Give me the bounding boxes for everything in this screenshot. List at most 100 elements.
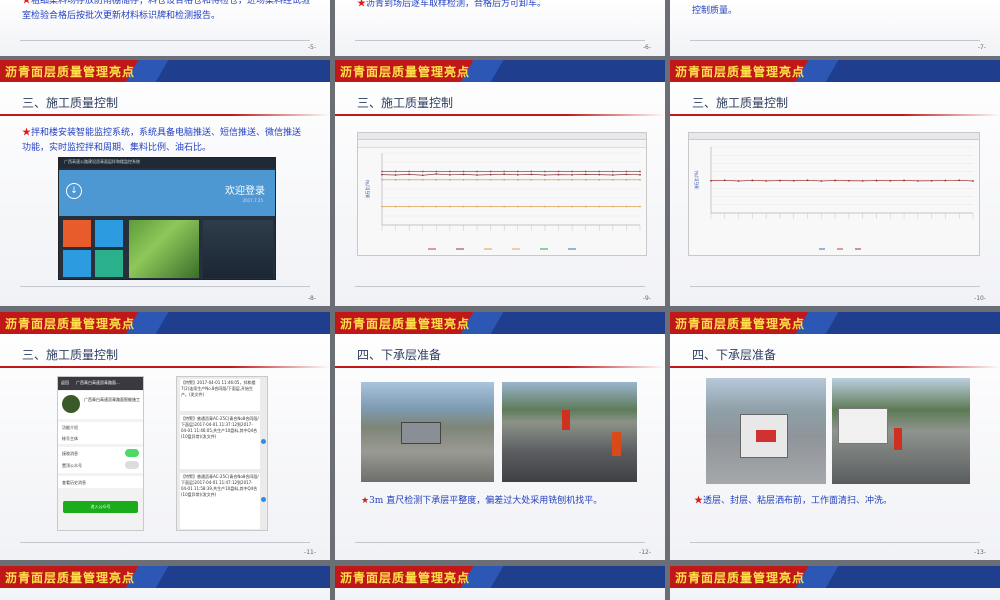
star-icon: ★ [694,496,704,506]
page-number: -5- [307,44,316,51]
data-point [611,170,614,173]
login-date: 2017.7.25 [242,198,263,203]
info-panel [203,220,273,278]
data-point [972,180,974,182]
receive-toggle[interactable] [125,449,139,457]
slide-text: 3m 直尺检测下承层平整度，偏差过大处采用铣刨机找平。 [369,496,603,506]
data-point [584,170,587,173]
data-point [751,179,754,182]
data-point [584,205,587,208]
tile-roller-icon[interactable] [63,250,91,277]
data-point [723,179,726,182]
data-point [903,179,905,182]
data-point [611,174,614,176]
header-title: 沥青面层质量管理亮点 [5,571,136,585]
data-point [944,179,947,182]
road-photo [129,220,199,278]
data-point [462,173,465,176]
data-point [476,205,478,208]
data-point [408,205,411,208]
data-point [530,170,533,173]
title-underline [670,366,1000,368]
data-point [516,170,519,173]
monitor-screenshot: 广西高速公路建设沥青面层拌和楼监控系统 ↓ 欢迎登录 2017.7.25 [58,157,276,280]
star-icon: ★ [357,0,367,9]
star-icon: ★ [22,0,32,6]
data-point [476,174,478,176]
data-point [571,205,574,208]
series-line [710,179,974,182]
footer-line [355,40,645,41]
chart-tabs[interactable] [689,133,979,140]
data-point [834,179,837,182]
header-title: 沥青面层质量管理亮点 [340,65,471,79]
data-point [625,205,628,208]
data-point [598,178,601,181]
data-point [381,205,383,208]
slide-16: 沥青面层质量管理亮点 [670,566,1000,600]
enter-account-button[interactable]: 进入公众号 [63,501,138,513]
data-point [889,179,892,182]
tile-roller2-icon[interactable] [95,250,123,277]
data-point [737,180,740,182]
section-title: 四、下承层准备 [692,348,777,362]
data-point [557,205,560,208]
footer-line [20,542,310,543]
data-point [611,205,614,208]
data-point [779,179,781,182]
slide-6: ★沥青到场后逐车取样检测，合格后方可卸车。 -6- [335,0,665,56]
title-underline [0,366,330,368]
data-point [503,205,506,208]
section-title: 三、施工质量控制 [22,96,119,110]
data-point [394,174,397,176]
down-arrow-icon[interactable]: ↓ [66,183,82,199]
data-point [421,178,424,181]
milling-machine-photo [361,382,494,482]
pin-toggle[interactable] [125,461,139,469]
page-number: -7- [977,44,986,51]
star-icon: ★ [22,128,32,138]
y-axis-label: 油石比(%) [364,179,370,198]
slide-12: 沥青面层质量管理亮点 四、下承层准备 ★3m 直尺检测下承层平整度，偏差过大处采… [335,312,665,560]
chart-filter-bar[interactable] [358,141,646,148]
data-point [489,205,492,208]
slide-text: 拌和楼安装智能监控系统，系统具备电脑推送、短信推送、微信推送功能，实时监控拌和周… [22,128,302,153]
chart-tabs[interactable] [358,133,646,140]
data-point [476,170,478,173]
footer-line [355,542,645,543]
data-point [571,173,574,176]
data-point [516,173,519,176]
slide-text: 沥青到场后逐车取样检测，合格后方可卸车。 [366,0,547,9]
header-title: 沥青面层质量管理亮点 [675,65,806,79]
line-chart: 油石比(%) [693,146,974,250]
back-button[interactable]: 返回 [61,380,69,386]
row-receive: 接收消息 [62,451,78,456]
tile-paver-icon[interactable] [63,220,91,247]
data-point [503,170,506,173]
data-point [489,178,492,181]
title-underline [670,114,1000,116]
data-point [639,173,641,176]
data-point [625,178,628,181]
sweeper-photo [706,378,826,484]
footer-line [690,542,980,543]
tile-truck-icon[interactable] [95,220,123,247]
data-point [958,179,961,182]
data-point [625,173,628,176]
data-point [503,178,506,181]
data-point [448,178,451,181]
slide-8: 沥青面层质量管理亮点 三、施工质量控制 ★拌和楼安装智能监控系统，系统具备电脑推… [0,60,330,306]
data-point [544,205,546,208]
slide-header: 沥青面层质量管理亮点 [335,60,665,82]
data-point [381,170,383,173]
page-number: -10- [974,295,986,302]
slide-9: 沥青面层质量管理亮点 三、施工质量控制 油石比(%) -9- [335,60,665,306]
data-point [489,170,492,173]
data-point [806,179,809,182]
data-point [489,173,492,176]
data-point [421,170,424,173]
footer-line [20,40,310,41]
message-card: 【特警】普通沥青AC-25C(青合No8合同段/下面层)2017-04-01 1… [180,415,260,469]
title-underline [335,366,665,368]
data-point [435,205,438,208]
